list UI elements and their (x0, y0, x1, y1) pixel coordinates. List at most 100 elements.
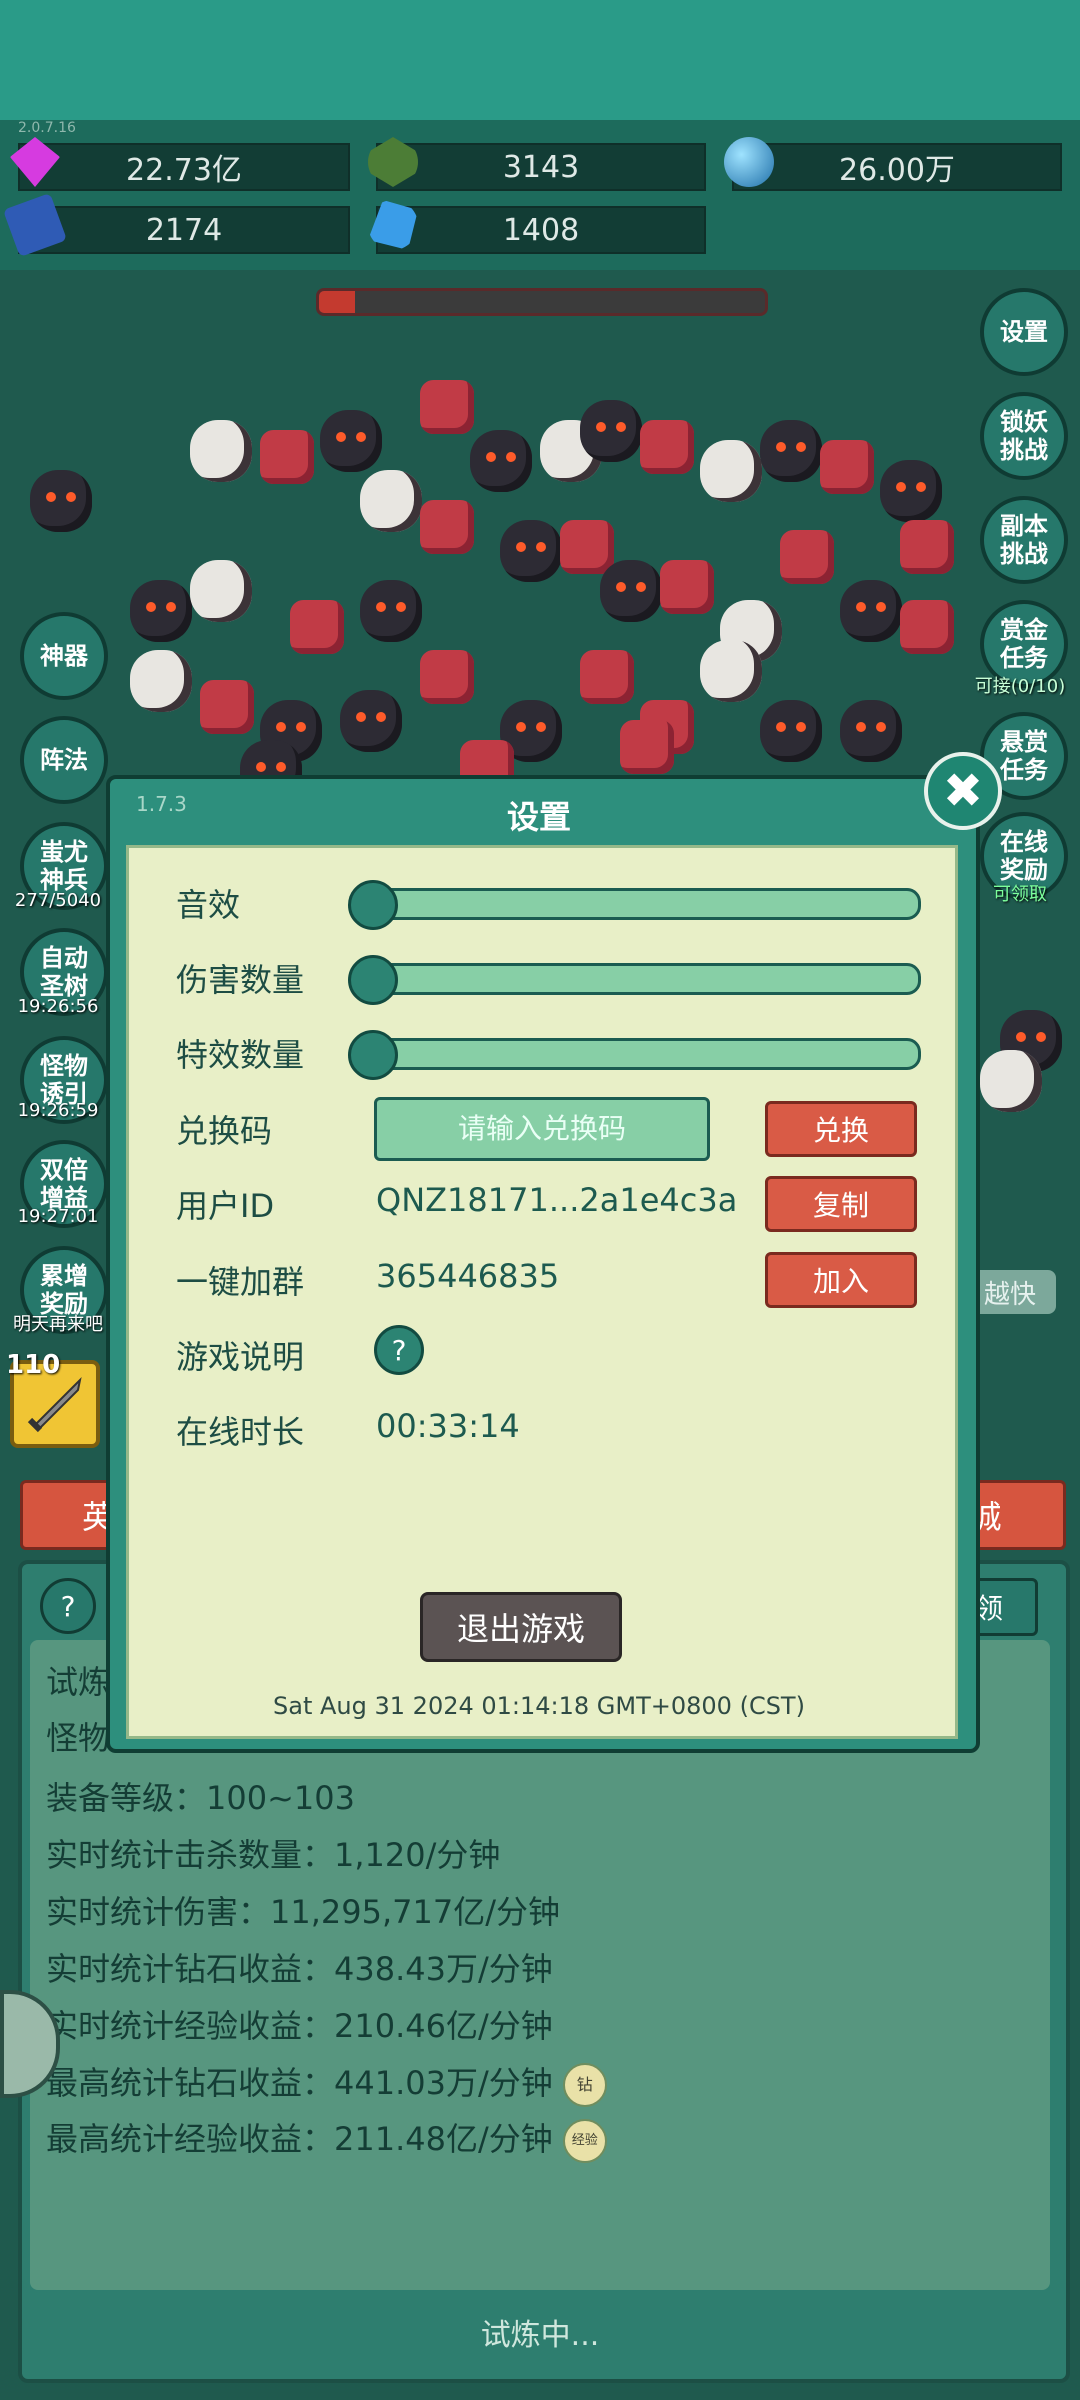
stat-equipment-level: 装备等级：100~103 (46, 1779, 355, 1817)
group-number: 365446835 (376, 1257, 560, 1295)
damage-count-slider-knob[interactable] (348, 955, 398, 1005)
monster (980, 1050, 1042, 1112)
join-button[interactable]: 加入 (765, 1252, 917, 1308)
monster-eye (796, 722, 806, 732)
monster-lure-timer: 19:26:59 (17, 1100, 99, 1121)
monster-eye (876, 722, 886, 732)
stage-progress-fill (319, 291, 355, 313)
monster (420, 500, 474, 554)
dialog-title: 设置 (506, 798, 571, 836)
monster-eye (1016, 1032, 1026, 1042)
stat-max-diamond-income: 最高统计钻石收益：441.03万/分钟钻 (46, 2058, 607, 2107)
monster-eye (776, 442, 786, 452)
monster (700, 440, 762, 502)
auto-tree-timer: 19:26:56 (17, 996, 99, 1017)
monster-eye (166, 602, 176, 612)
monster-eye (796, 442, 806, 452)
cumulative-reward-sub: 明天再来吧 (13, 1314, 103, 1335)
monster (340, 690, 402, 752)
monster-eye (776, 722, 786, 732)
artifact-button[interactable]: 神器 (20, 612, 108, 700)
monster-eye (876, 602, 886, 612)
monster (780, 530, 834, 584)
build-version: 2.0.7.16 (18, 120, 76, 136)
damage-count-slider[interactable] (355, 963, 921, 995)
monster-eye (356, 712, 366, 722)
bounty-label: 赏金 任务 (1000, 616, 1048, 672)
redeem-code-input[interactable]: 请输入兑换码 (374, 1097, 710, 1161)
close-icon[interactable]: ✖ (924, 752, 1002, 830)
monster (360, 470, 422, 532)
diamond-badge-icon: 钻 (562, 2063, 607, 2107)
stat-exp-income: 实时统计经验收益：210.46亿/分钟 (46, 2007, 553, 2045)
monster-eye (376, 712, 386, 722)
sound-slider[interactable] (355, 888, 921, 920)
chiyou-weapon-sub: 277/5040 (14, 890, 102, 911)
monster-eye (896, 482, 906, 492)
monster-eye (516, 722, 526, 732)
effect-count-slider-knob[interactable] (348, 1030, 398, 1080)
stat-diamond-income: 实时统计钻石收益：438.43万/分钟 (46, 1950, 553, 1988)
user-id-value: QNZ18171...2a1e4c3a (376, 1181, 738, 1219)
monster (700, 640, 762, 702)
reward-task-label: 悬赏 任务 (1000, 728, 1048, 784)
orb-value: 26.00万 (839, 153, 955, 188)
resource-book: 2174 (2, 192, 350, 258)
monster-eye (856, 722, 866, 732)
monster (420, 650, 474, 704)
monster-eye (1036, 1032, 1046, 1042)
formation-button[interactable]: 阵法 (20, 716, 108, 804)
monster-eye (396, 602, 406, 612)
monster (130, 580, 192, 642)
formation-label: 阵法 (40, 746, 88, 774)
exit-game-button[interactable]: 退出游戏 (420, 1592, 622, 1662)
monster (760, 700, 822, 762)
monster-eye (616, 582, 626, 592)
settings-button[interactable]: 设置 (980, 288, 1068, 376)
monster-eye (516, 542, 526, 552)
sound-label: 音效 (176, 886, 241, 924)
chiyou-label: 蚩尤 神兵 (40, 838, 88, 894)
game-guide-label: 游戏说明 (176, 1338, 305, 1376)
stat-kills: 实时统计击杀数量：1,120/分钟 (46, 1836, 501, 1874)
monster (900, 520, 954, 574)
stat-monster: 怪物 (46, 1719, 111, 1757)
monster (760, 420, 822, 482)
monster (600, 560, 662, 622)
monster (260, 430, 314, 484)
monster (840, 580, 902, 642)
online-reward-label: 在线 奖励 (1000, 828, 1048, 884)
trial-help-button[interactable]: ? (40, 1578, 96, 1634)
sound-slider-knob[interactable] (348, 880, 398, 930)
dungeon-challenge-button[interactable]: 副本 挑战 (980, 496, 1068, 584)
auto-tree-label: 自动 圣树 (40, 944, 88, 1000)
blue-crystal-value: 1408 (502, 212, 580, 248)
stat-max-exp-income: 最高统计经验收益：211.48亿/分钟 经验 (46, 2114, 607, 2163)
redeem-code-label: 兑换码 (176, 1112, 273, 1150)
monster (320, 410, 382, 472)
resource-green-gem: 3143 (368, 137, 706, 191)
top-bar (0, 0, 1080, 120)
monster-eye (536, 542, 546, 552)
lock-demon-challenge-button[interactable]: 锁妖 挑战 (980, 392, 1068, 480)
monster (660, 560, 714, 614)
double-boost-label: 双倍 增益 (40, 1156, 88, 1212)
exp-badge-icon: 经验 (562, 2119, 607, 2163)
dungeon-label: 副本 挑战 (1000, 512, 1048, 568)
monster-eye (536, 722, 546, 732)
settings-label: 设置 (1000, 318, 1048, 346)
redeem-button[interactable]: 兑换 (765, 1101, 917, 1157)
monster (290, 600, 344, 654)
book-value: 2174 (145, 212, 223, 248)
monster (620, 720, 674, 774)
effect-count-slider[interactable] (355, 1038, 921, 1070)
monster-eye (256, 762, 266, 772)
copy-button[interactable]: 复制 (765, 1176, 917, 1232)
help-icon[interactable]: ? (374, 1325, 424, 1375)
monster (640, 420, 694, 474)
monster-eye (506, 452, 516, 462)
date-time: Sat Aug 31 2024 01:14:18 GMT+0800 (CST) (273, 1692, 805, 1720)
resource-orb: 26.00万 (724, 137, 1062, 191)
green-gem-value: 3143 (502, 149, 580, 185)
monster-eye (276, 762, 286, 772)
